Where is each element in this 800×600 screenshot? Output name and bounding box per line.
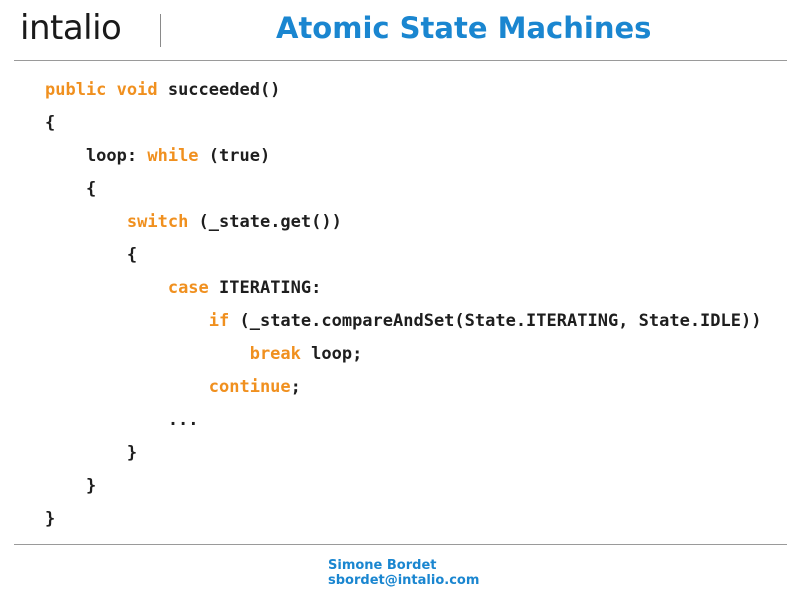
code-line: loop: while (true)	[45, 140, 761, 173]
code-text: loop;	[300, 344, 363, 364]
code-keyword: public void	[45, 80, 168, 100]
code-line: continue;	[45, 371, 761, 404]
code-text: }	[45, 443, 138, 463]
code-text: (_state.get())	[188, 212, 342, 232]
code-keyword: if	[208, 311, 230, 331]
footer-rule	[14, 544, 787, 545]
code-line: {	[45, 239, 761, 272]
code-line: break loop;	[45, 338, 761, 371]
code-keyword: case	[167, 278, 209, 298]
code-line: case ITERATING:	[45, 272, 761, 305]
code-text: }	[45, 476, 97, 496]
slide-title: Atomic State Machines	[276, 11, 652, 45]
slide-footer: Simone Bordet sbordet@intalio.com	[328, 558, 479, 588]
code-keyword: switch	[126, 212, 189, 232]
slide-header: intalio Atomic State Machines	[0, 0, 800, 60]
code-keyword: while	[147, 146, 199, 166]
code-block: public void succeeded() { loop: while (tr…	[45, 74, 761, 536]
author-email: sbordet@intalio.com	[328, 573, 480, 588]
code-text: ...	[45, 410, 199, 430]
code-text: succeeded()	[167, 80, 281, 100]
code-line: switch (_state.get())	[45, 206, 761, 239]
code-line: }	[45, 437, 761, 470]
code-text: (_state.compareAndSet(State.ITERATING, S…	[229, 311, 762, 331]
code-text: (true)	[198, 146, 271, 166]
logo-divider	[160, 14, 161, 47]
code-line: }	[45, 470, 761, 503]
code-line: if (_state.compareAndSet(State.ITERATING…	[45, 305, 762, 338]
header-rule	[14, 60, 787, 61]
code-text: {	[45, 245, 138, 265]
code-line: ...	[45, 404, 761, 437]
code-text: }	[45, 509, 56, 529]
code-text: {	[45, 113, 56, 133]
code-text: {	[45, 179, 97, 199]
code-text: ;	[290, 377, 301, 397]
code-keyword: continue	[208, 377, 291, 397]
code-line: }	[45, 503, 761, 536]
code-text: loop:	[45, 146, 148, 166]
code-text: ITERATING:	[208, 278, 322, 298]
code-line: {	[45, 173, 761, 206]
code-line: {	[45, 107, 761, 140]
code-keyword: break	[249, 344, 301, 364]
code-line: public void succeeded()	[45, 74, 761, 107]
intalio-logo: intalio	[20, 8, 122, 48]
author-name: Simone Bordet	[328, 558, 437, 573]
